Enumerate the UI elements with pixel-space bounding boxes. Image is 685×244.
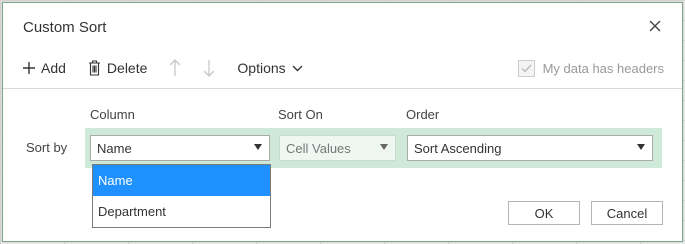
add-button[interactable]: Add [23,60,66,76]
order-header: Order [406,107,440,122]
dropdown-arrow-icon [637,144,645,150]
dropdown-option-name[interactable]: Name [93,165,270,196]
delete-label: Delete [106,60,148,76]
options-label: Options [237,60,286,76]
checkmark-icon [521,64,532,72]
ok-button[interactable]: OK [508,201,580,225]
headers-option: My data has headers [517,59,664,77]
dropdown-arrow-icon [254,144,262,150]
order-select[interactable]: Sort Ascending [407,135,653,161]
sort-on-select[interactable]: Cell Values [279,135,396,161]
column-select[interactable]: Name [90,135,270,161]
arrow-up-icon [169,59,181,77]
arrow-down-icon [203,59,215,77]
headers-label: My data has headers [542,60,664,76]
column-select-value: Name [97,140,132,156]
plus-icon [23,62,35,74]
sort-by-label: Sort by [26,140,68,155]
delete-button[interactable]: Delete [88,60,147,76]
options-button[interactable]: Options [237,60,303,76]
move-up-button[interactable] [169,59,181,77]
column-header: Column [90,107,135,122]
headers-checkbox[interactable] [517,59,535,77]
cancel-button[interactable]: Cancel [591,201,663,225]
toolbar-divider [3,88,682,89]
move-down-button[interactable] [203,59,215,77]
order-select-value: Sort Ascending [414,140,502,156]
close-icon[interactable] [644,15,666,37]
dropdown-arrow-icon [380,144,388,150]
chevron-down-icon [292,65,303,72]
add-label: Add [41,60,66,76]
trash-icon [88,60,101,76]
dialog-title: Custom Sort [23,19,107,36]
sort-on-header: Sort On [278,107,323,122]
sort-on-select-value: Cell Values [286,140,351,156]
custom-sort-dialog: Custom Sort Add Delete Options My data h… [2,2,683,242]
column-dropdown-list: Name Department [92,164,271,228]
toolbar: Add Delete Options My data has headers [23,55,664,81]
dropdown-option-department[interactable]: Department [93,196,270,227]
